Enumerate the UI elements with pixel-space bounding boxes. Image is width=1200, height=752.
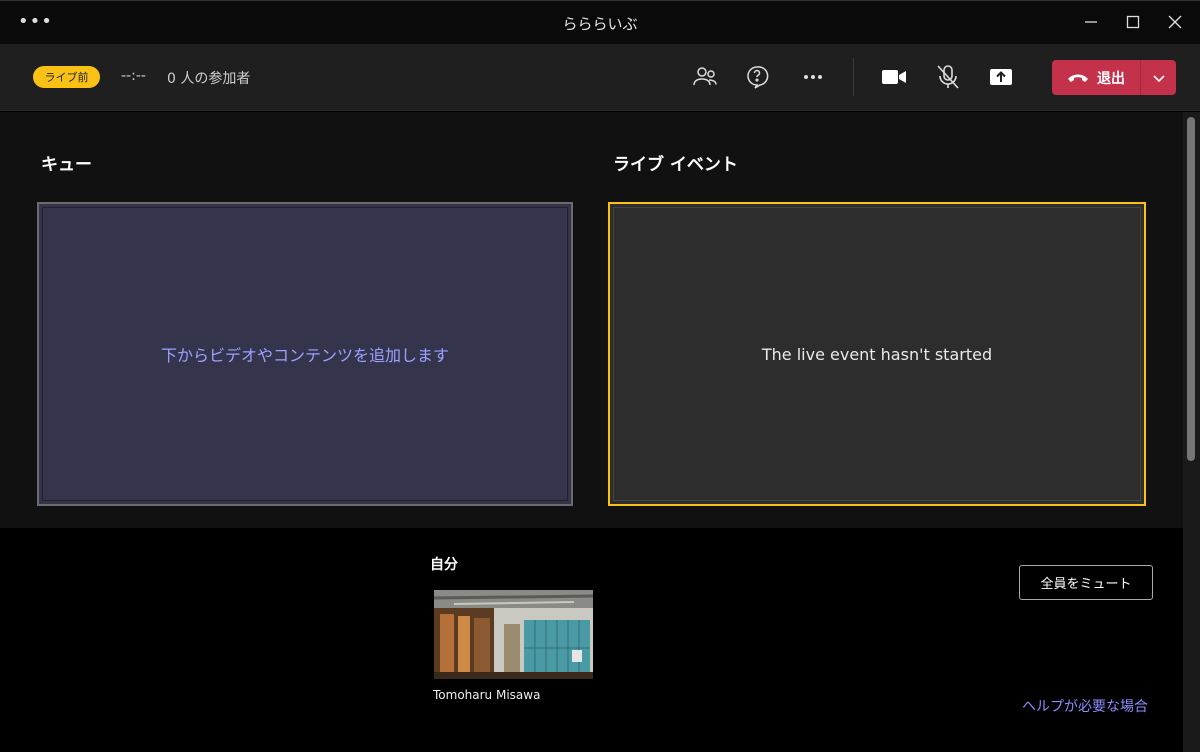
toolbar-divider bbox=[853, 58, 854, 96]
more-icon bbox=[804, 75, 822, 79]
close-button[interactable] bbox=[1160, 9, 1190, 35]
live-event-panel[interactable]: The live event hasn't started bbox=[608, 202, 1146, 506]
office-background-image bbox=[434, 590, 593, 679]
queue-title: キュー bbox=[41, 155, 92, 175]
self-name: Tomoharu Misawa bbox=[433, 688, 541, 702]
close-icon bbox=[1168, 15, 1182, 29]
leave-button-group: 退出 bbox=[1052, 60, 1176, 95]
vertical-scrollbar[interactable] bbox=[1183, 112, 1200, 752]
minimize-button[interactable] bbox=[1076, 9, 1106, 35]
camera-button[interactable] bbox=[878, 61, 910, 93]
mute-all-button[interactable]: 全員をミュート bbox=[1019, 565, 1153, 600]
mic-off-icon bbox=[937, 65, 959, 89]
event-timer: --:-- bbox=[121, 68, 146, 84]
self-label: 自分 bbox=[430, 557, 458, 573]
minimize-icon bbox=[1085, 21, 1097, 23]
window-title: らららいぶ bbox=[562, 15, 638, 33]
live-event-status: The live event hasn't started bbox=[761, 344, 993, 364]
share-button[interactable] bbox=[985, 61, 1017, 93]
status-badge: ライブ前 bbox=[33, 66, 100, 88]
self-video-thumbnail[interactable] bbox=[434, 590, 593, 679]
meeting-toolbar: ライブ前 --:-- 0 人の参加者 退出 bbox=[0, 44, 1200, 111]
leave-label: 退出 bbox=[1097, 70, 1125, 87]
qa-button[interactable] bbox=[742, 61, 774, 93]
live-event-inner: The live event hasn't started bbox=[613, 207, 1141, 501]
live-event-title: ライブ イベント bbox=[613, 155, 738, 175]
queue-inner: 下からビデオやコンテンツを追加します bbox=[42, 207, 568, 501]
self-area: 自分 Tomoharu Misawa 全員をミュート ヘルプが必要な場合 bbox=[0, 528, 1183, 752]
participant-count: 0 人の参加者 bbox=[167, 71, 251, 87]
camera-icon bbox=[882, 70, 906, 84]
queue-placeholder: 下からビデオやコンテンツを追加します bbox=[160, 346, 449, 365]
help-link[interactable]: ヘルプが必要な場合 bbox=[1022, 696, 1148, 716]
participants-button[interactable] bbox=[689, 61, 721, 93]
scrollbar-thumb[interactable] bbox=[1187, 117, 1195, 461]
participants-icon bbox=[693, 67, 717, 86]
stage-area: キュー ライブ イベント 下からビデオやコンテンツを追加します The live… bbox=[0, 112, 1183, 528]
leave-button[interactable]: 退出 bbox=[1052, 60, 1140, 95]
more-options-button[interactable] bbox=[797, 61, 829, 93]
share-icon bbox=[990, 69, 1012, 85]
leave-options-button[interactable] bbox=[1141, 60, 1176, 95]
maximize-icon bbox=[1126, 15, 1140, 29]
microphone-button[interactable] bbox=[932, 61, 964, 93]
hang-up-icon bbox=[1068, 74, 1088, 82]
maximize-button[interactable] bbox=[1118, 9, 1148, 35]
qa-icon bbox=[747, 66, 769, 89]
title-bar: ••• らららいぶ bbox=[0, 0, 1200, 44]
chevron-down-icon bbox=[1152, 74, 1165, 82]
queue-panel[interactable]: 下からビデオやコンテンツを追加します bbox=[37, 202, 573, 506]
